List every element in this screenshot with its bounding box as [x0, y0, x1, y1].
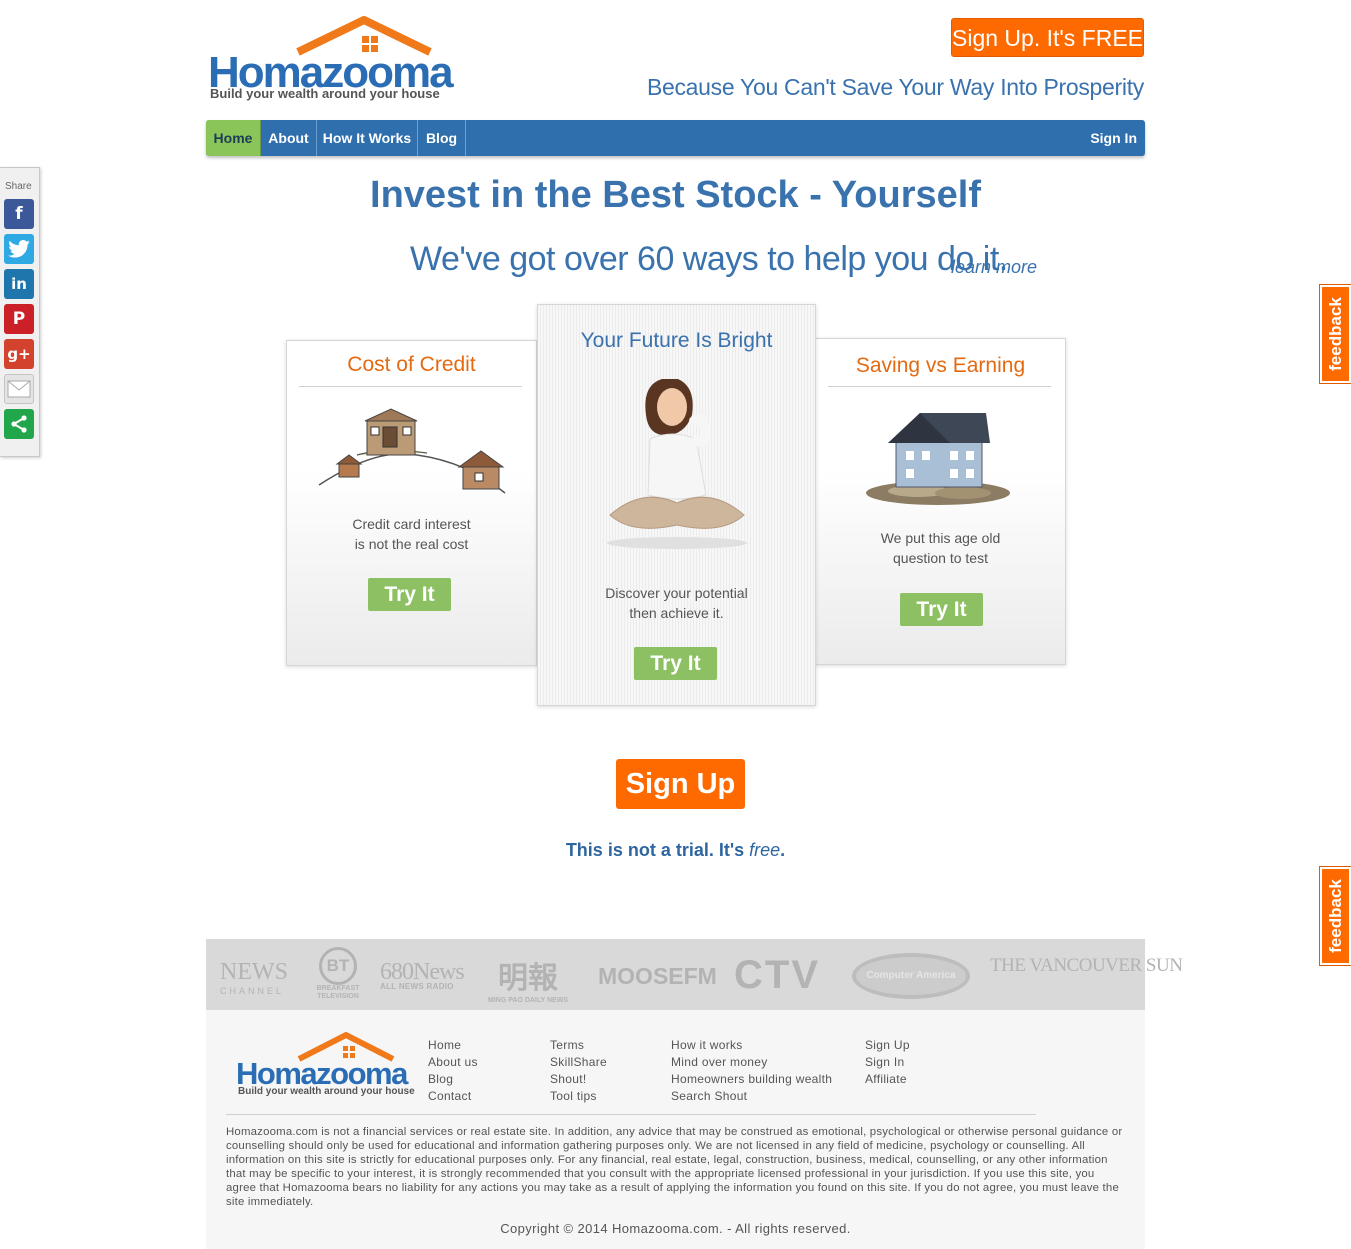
- bt-sub: BREAKFAST TELEVISION: [316, 985, 360, 1000]
- news-channel-word: NEWS: [220, 959, 288, 985]
- feedback-tab-lower[interactable]: feedback: [1320, 867, 1351, 965]
- ctv-logo: CTV: [734, 953, 820, 997]
- try-it-button[interactable]: Try It: [900, 593, 983, 626]
- signup-button[interactable]: Sign Up: [616, 759, 745, 809]
- footer-logo[interactable]: Homazooma Build your wealth around your …: [236, 1032, 426, 1102]
- card-title: Cost of Credit: [347, 353, 476, 376]
- feedback-label-lower: feedback: [1325, 879, 1345, 953]
- footer-link-sign-in[interactable]: Sign In: [865, 1054, 910, 1071]
- google-plus-icon[interactable]: g+: [4, 339, 34, 369]
- card-line-2: question to test: [893, 550, 988, 566]
- card-saving-vs-earning: Saving vs Earning We put this age old qu…: [815, 338, 1066, 665]
- card-line-2: then achieve it.: [629, 605, 724, 621]
- email-icon[interactable]: [4, 374, 34, 404]
- footer-link-skillshare[interactable]: SkillShare: [550, 1054, 607, 1071]
- footer-link-terms[interactable]: Terms: [550, 1037, 607, 1054]
- card-your-future-is-bright: Your Future Is Bright Discover your pote…: [537, 304, 816, 706]
- footer-col-2: Terms SkillShare Shout! Tool tips: [550, 1037, 607, 1105]
- card-line-2: is not the real cost: [354, 536, 469, 552]
- houses-hill-illustration-icon: [318, 408, 506, 494]
- free-note-end: .: [780, 840, 786, 860]
- learn-more-link[interactable]: learn more: [951, 257, 1037, 278]
- card-title: Saving vs Earning: [855, 354, 1026, 377]
- homazooma-logo[interactable]: Homazooma Build your wealth around your …: [208, 16, 468, 106]
- footer-logo-tagline: Build your wealth around your house: [238, 1086, 415, 1097]
- ming-pao-chars: 明報: [498, 961, 558, 996]
- free-note-emphasis: free: [749, 840, 781, 860]
- 680news-logo: 680News ALL NEWS RADIO: [380, 959, 465, 991]
- footer-link-tool-tips[interactable]: Tool tips: [550, 1088, 607, 1105]
- hero-title: Invest in the Best Stock - Yourself: [370, 174, 981, 216]
- card-line-1: Credit card interest: [352, 516, 471, 532]
- footer-disclaimer: Homazooma.com is not a financial service…: [226, 1126, 1123, 1208]
- ming-pao-sub: MING PAO DAILY NEWS: [488, 997, 568, 1004]
- nav-sign-in[interactable]: Sign In: [1090, 120, 1137, 156]
- free-note: This is not a trial. It's free.: [0, 840, 1351, 861]
- site-footer: Homazooma Build your wealth around your …: [206, 1010, 1145, 1249]
- share-more-icon[interactable]: [4, 409, 34, 439]
- ming-pao-logo: 明報 MING PAO DAILY NEWS: [488, 953, 568, 1004]
- footer-divider: [226, 1114, 1036, 1115]
- footer-link-sign-up[interactable]: Sign Up: [865, 1037, 910, 1054]
- footer-link-homeowners[interactable]: Homeowners building wealth: [671, 1071, 832, 1088]
- woman-thinking-icon: [607, 379, 747, 549]
- card-divider: [828, 386, 1051, 387]
- main-nav: Home About How It Works Blog Sign In: [206, 120, 1145, 156]
- try-it-button[interactable]: Try It: [368, 578, 451, 611]
- card-line-1: Discover your potential: [605, 585, 748, 601]
- footer-link-home[interactable]: Home: [428, 1037, 478, 1054]
- breakfast-television-logo: BT BREAKFAST TELEVISION: [312, 947, 364, 1001]
- footer-link-mind-over-money[interactable]: Mind over money: [671, 1054, 832, 1071]
- computer-america-word: Computer America: [866, 970, 956, 981]
- 680news-sub: ALL NEWS RADIO: [380, 982, 454, 991]
- feedback-tab[interactable]: feedback: [1320, 285, 1351, 383]
- computer-america-logo: Computer America: [852, 953, 970, 999]
- footer-link-shout[interactable]: Shout!: [550, 1071, 607, 1088]
- moosefm-logo: MOOSEFM: [598, 963, 717, 989]
- footer-col-1: Home About us Blog Contact: [428, 1037, 478, 1105]
- bt-badge: BT: [319, 947, 357, 985]
- media-logos-band: NEWS CHANNEL BT BREAKFAST TELEVISION 680…: [206, 939, 1183, 1010]
- footer-link-search-shout[interactable]: Search Shout: [671, 1088, 832, 1105]
- feedback-label: feedback: [1325, 297, 1345, 371]
- signup-free-button[interactable]: Sign Up. It's FREE: [951, 18, 1144, 57]
- logo-tagline: Build your wealth around your house: [210, 86, 440, 101]
- card-cost-of-credit: Cost of Credit Credit card interest is n…: [286, 340, 537, 666]
- footer-copyright: Copyright © 2014 Homazooma.com. - All ri…: [500, 1221, 851, 1236]
- linkedin-icon[interactable]: in: [4, 269, 34, 299]
- footer-col-3: How it works Mind over money Homeowners …: [671, 1037, 832, 1105]
- footer-link-about-us[interactable]: About us: [428, 1054, 478, 1071]
- nav-blog[interactable]: Blog: [418, 120, 466, 156]
- footer-link-how-it-works[interactable]: How it works: [671, 1037, 832, 1054]
- card-title: Your Future Is Bright: [580, 329, 773, 352]
- pinterest-icon[interactable]: P: [4, 304, 34, 334]
- nav-home[interactable]: Home: [206, 120, 261, 156]
- hero-subtitle: We've got over 60 ways to help you do it…: [410, 240, 1008, 278]
- footer-link-affiliate[interactable]: Affiliate: [865, 1071, 910, 1088]
- footer-link-contact[interactable]: Contact: [428, 1088, 478, 1105]
- nav-how-it-works[interactable]: How It Works: [317, 120, 418, 156]
- news-channel-sub: CHANNEL: [220, 986, 285, 996]
- nav-about[interactable]: About: [261, 120, 317, 156]
- card-divider: [299, 386, 522, 387]
- card-line-1: We put this age old: [880, 530, 1001, 546]
- try-it-button[interactable]: Try It: [634, 647, 717, 680]
- twitter-icon[interactable]: [4, 234, 34, 264]
- footer-link-blog[interactable]: Blog: [428, 1071, 478, 1088]
- house-on-coins-icon: [866, 413, 1010, 505]
- vancouver-sun-logo: THE VANCOUVER SUN: [990, 955, 1183, 976]
- footer-col-4: Sign Up Sign In Affiliate: [865, 1037, 910, 1088]
- free-note-main: This is not a trial. It's: [565, 840, 750, 860]
- news-channel-logo: NEWS CHANNEL: [220, 959, 288, 996]
- site-tagline: Because You Can't Save Your Way Into Pro…: [646, 74, 1144, 100]
